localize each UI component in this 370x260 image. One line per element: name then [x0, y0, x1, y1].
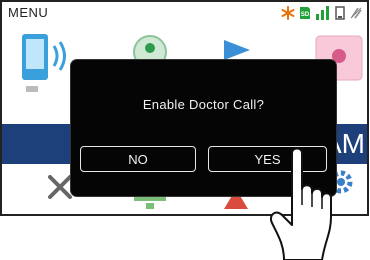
phone-app-icon: [22, 34, 66, 92]
svg-text:SD: SD: [301, 12, 310, 18]
media-app-icon: [224, 40, 250, 60]
menu-label[interactable]: MENU: [8, 5, 48, 20]
battery-icon: [335, 6, 345, 20]
ringer-off-icon: [350, 7, 362, 19]
hand-pointer-icon: [270, 147, 332, 260]
status-icons: SD: [281, 5, 363, 21]
no-call-icon: [281, 6, 295, 20]
close-x-icon: [48, 175, 72, 199]
status-bar: MENU SD: [2, 2, 367, 24]
no-button[interactable]: NO: [80, 146, 196, 172]
signal-bars-icon: [316, 6, 329, 20]
sd-card-icon: SD: [300, 7, 310, 19]
dialog-title: Enable Doctor Call?: [142, 97, 265, 112]
